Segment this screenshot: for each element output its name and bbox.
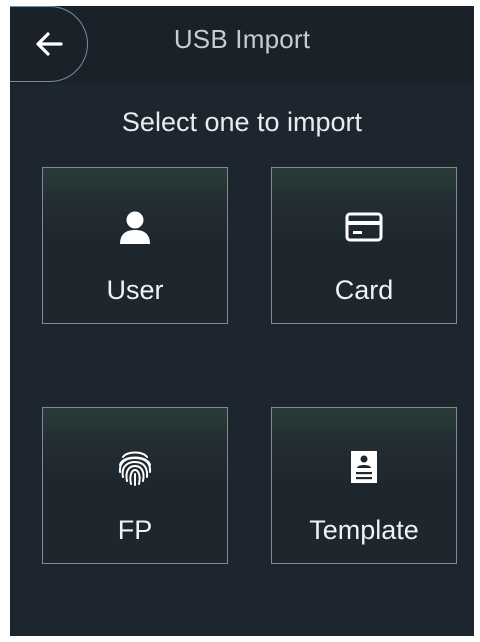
template-label: Template (309, 515, 419, 545)
card-import-button[interactable]: Card (271, 167, 457, 324)
card-label: Card (334, 275, 394, 305)
header-bar: USB Import (10, 6, 474, 84)
page-title: USB Import (173, 24, 311, 54)
fp-label: FP (117, 515, 153, 545)
card-icon (272, 206, 456, 248)
user-import-button[interactable]: User (42, 167, 228, 324)
import-prompt: Select one to import (121, 107, 363, 137)
template-icon (272, 446, 456, 488)
fingerprint-icon (43, 446, 227, 488)
fingerprint-import-button[interactable]: FP (42, 407, 228, 564)
user-label: User (106, 275, 164, 305)
user-icon (43, 206, 227, 248)
template-import-button[interactable]: Template (271, 407, 457, 564)
usb-import-screen: USB Import Select one to import User Car… (10, 6, 474, 636)
